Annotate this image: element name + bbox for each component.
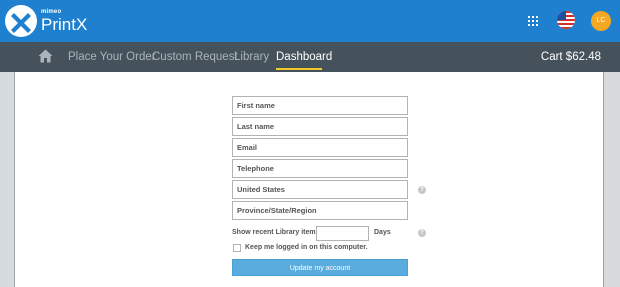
- telephone-field[interactable]: Telephone: [232, 159, 408, 178]
- province-field[interactable]: Province/State/Region: [232, 201, 408, 220]
- apps-grid-icon[interactable]: [528, 16, 538, 26]
- keep-logged-in-checkbox[interactable]: [233, 244, 241, 252]
- last-name-field[interactable]: Last name: [232, 117, 408, 136]
- user-avatar[interactable]: LC: [591, 11, 611, 31]
- recent-days-input[interactable]: [316, 226, 369, 241]
- keep-logged-in-label: Keep me logged in on this computer.: [245, 244, 368, 251]
- update-account-button[interactable]: Update my account: [232, 259, 408, 276]
- main-nav: Place Your Order Custom Request Library …: [0, 42, 620, 72]
- brand-name: PrintX: [41, 15, 88, 34]
- nav-library[interactable]: Library: [234, 42, 269, 72]
- active-tab-indicator: [276, 68, 322, 70]
- nav-custom-request[interactable]: Custom Request: [152, 42, 238, 72]
- country-select[interactable]: United States: [232, 180, 408, 199]
- printx-logo[interactable]: mimeo PrintX: [5, 5, 87, 37]
- top-bar: mimeo PrintX LC: [0, 0, 620, 42]
- us-flag-icon[interactable]: [557, 11, 575, 29]
- logo-mark-icon: [5, 5, 37, 37]
- cart-link[interactable]: Cart $62.48: [541, 42, 601, 72]
- account-form-panel: First name Last name Email Telephone Uni…: [14, 72, 604, 287]
- brand-text: mimeo PrintX: [41, 9, 87, 33]
- home-icon[interactable]: [38, 49, 53, 63]
- country-help-icon[interactable]: ?: [418, 186, 426, 194]
- first-name-field[interactable]: First name: [232, 96, 408, 115]
- recent-items-label: Show recent Library items:: [232, 229, 322, 236]
- days-label: Days: [374, 229, 391, 236]
- nav-place-your-order[interactable]: Place Your Order: [68, 42, 156, 72]
- recent-items-help-icon[interactable]: ?: [418, 229, 426, 237]
- email-field[interactable]: Email: [232, 138, 408, 157]
